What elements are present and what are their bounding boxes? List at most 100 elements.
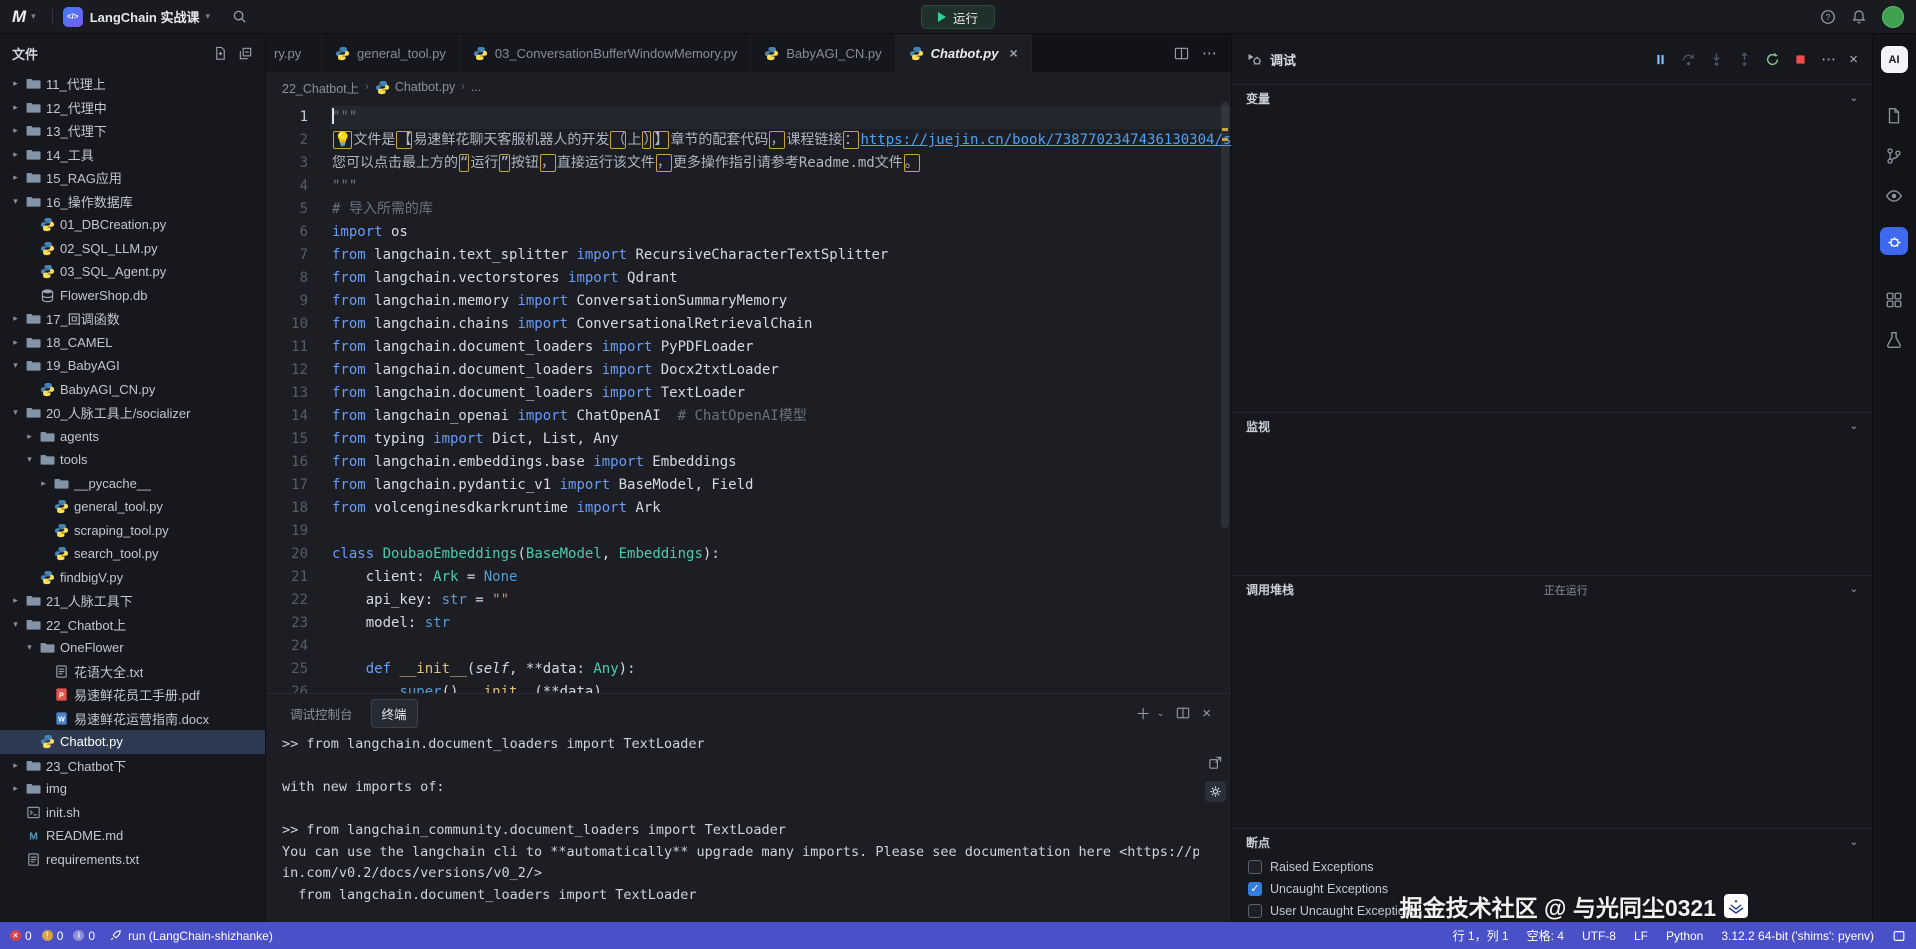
tree-item-file[interactable]: scraping_tool.py xyxy=(0,519,265,543)
tree-item-file[interactable]: W易速鲜花运营指南.docx xyxy=(0,707,265,731)
python-interpreter[interactable]: 3.12.2 64-bit ('shims': pyenv) xyxy=(1721,929,1874,943)
tree-item-file[interactable]: findbigV.py xyxy=(0,566,265,590)
close-icon[interactable]: × xyxy=(1849,51,1858,68)
variables-section-header[interactable]: 变量 ⌄ xyxy=(1232,84,1872,112)
more-actions-icon[interactable]: ⋯ xyxy=(1202,44,1217,62)
breakpoints-section-header[interactable]: 断点 ⌄ xyxy=(1232,828,1872,856)
editor-tab[interactable]: 03_ConversationBufferWindowMemory.py xyxy=(460,34,751,72)
tree-item-folder[interactable]: ▸14_工具 xyxy=(0,143,265,167)
bell-icon[interactable] xyxy=(1851,9,1867,25)
run-task-status[interactable]: run (LangChain-shizhanke) xyxy=(109,929,273,943)
tree-item-file[interactable]: 01_DBCreation.py xyxy=(0,213,265,237)
beaker-icon[interactable] xyxy=(1885,331,1903,349)
info-count[interactable]: i0 xyxy=(73,929,95,943)
eol-setting[interactable]: LF xyxy=(1634,929,1648,943)
collapse-all-icon[interactable] xyxy=(238,46,253,61)
panel-tab[interactable]: 调试控制台 xyxy=(280,700,363,727)
pause-button[interactable] xyxy=(1653,52,1668,67)
checkbox[interactable] xyxy=(1248,904,1262,918)
editor-tab[interactable]: general_tool.py xyxy=(322,34,460,72)
apps-grid-icon[interactable] xyxy=(1885,291,1903,309)
cursor-position[interactable]: 行 1，列 1 xyxy=(1453,927,1509,944)
tree-item-folder[interactable]: ▸img xyxy=(0,777,265,801)
checkbox[interactable]: ✓ xyxy=(1248,882,1262,896)
tree-item-file[interactable]: FlowerShop.db xyxy=(0,284,265,308)
close-icon[interactable]: × xyxy=(1009,45,1017,61)
search-icon[interactable] xyxy=(232,9,247,24)
tree-item-folder[interactable]: ▸15_RAG应用 xyxy=(0,166,265,190)
chevron-down-icon[interactable]: ▾ xyxy=(205,11,210,22)
avatar[interactable] xyxy=(1882,6,1904,28)
warning-count[interactable]: !0 xyxy=(42,929,64,943)
app-logo[interactable]: M xyxy=(12,7,25,27)
breadcrumb-item[interactable]: Chatbot.py xyxy=(375,80,455,95)
more-actions-icon[interactable]: ⋯ xyxy=(1821,50,1836,68)
step-over-button[interactable] xyxy=(1681,52,1696,67)
tree-item-folder[interactable]: ▸17_回调函数 xyxy=(0,307,265,331)
new-terminal-icon[interactable]: ＋ xyxy=(1136,703,1151,724)
eye-icon[interactable] xyxy=(1885,187,1903,205)
tree-item-folder[interactable]: ▾tools xyxy=(0,448,265,472)
scrollbar-thumb[interactable] xyxy=(1221,102,1229,528)
explorer-icon[interactable] xyxy=(1885,107,1903,125)
tree-item-file[interactable]: requirements.txt xyxy=(0,848,265,872)
editor-tab[interactable]: ry.py xyxy=(266,34,322,72)
restart-button[interactable] xyxy=(1765,52,1780,67)
language-mode[interactable]: Python xyxy=(1666,929,1703,943)
tree-item-file[interactable]: P易速鲜花员工手册.pdf xyxy=(0,683,265,707)
split-editor-icon[interactable] xyxy=(1174,46,1189,61)
terminal-output[interactable]: >> from langchain.document_loaders impor… xyxy=(266,732,1199,922)
tree-item-folder[interactable]: ▾16_操作数据库 xyxy=(0,190,265,214)
tree-item-folder[interactable]: ▸21_人脉工具下 xyxy=(0,589,265,613)
breadcrumb-item[interactable]: ... xyxy=(471,80,481,94)
panel-tab[interactable]: 终端 xyxy=(371,699,418,728)
watch-section-header[interactable]: 监视 ⌄ xyxy=(1232,412,1872,440)
chevron-down-icon[interactable]: ⌄ xyxy=(1850,93,1858,104)
editor-scrollbar[interactable] xyxy=(1219,102,1231,693)
chevron-down-icon[interactable]: ⌄ xyxy=(1157,708,1165,719)
tree-item-file[interactable]: general_tool.py xyxy=(0,495,265,519)
notifications-icon[interactable] xyxy=(1892,929,1906,943)
indentation-setting[interactable]: 空格: 4 xyxy=(1527,927,1564,944)
tree-item-file[interactable]: 03_SQL_Agent.py xyxy=(0,260,265,284)
tree-item-folder[interactable]: ▸23_Chatbot下 xyxy=(0,754,265,778)
code-editor[interactable]: 1234567891011121314151617181920212223242… xyxy=(266,102,1231,693)
editor-tab[interactable]: Chatbot.py× xyxy=(896,34,1032,72)
close-panel-icon[interactable]: × xyxy=(1202,705,1211,722)
call-stack-section-header[interactable]: 调用堆栈 正在运行 ⌄ xyxy=(1232,575,1872,603)
tree-item-folder[interactable]: ▸__pycache__ xyxy=(0,472,265,496)
debug-view-icon[interactable] xyxy=(1880,227,1908,255)
breadcrumb-item[interactable]: 22_Chatbot上 xyxy=(282,78,359,97)
tree-item-folder[interactable]: ▸12_代理中 xyxy=(0,96,265,120)
tree-item-file[interactable]: search_tool.py xyxy=(0,542,265,566)
tree-item-folder[interactable]: ▸18_CAMEL xyxy=(0,331,265,355)
tree-item-file[interactable]: MREADME.md xyxy=(0,824,265,848)
tree-item-file[interactable]: Chatbot.py xyxy=(0,730,265,754)
tree-item-file[interactable]: init.sh xyxy=(0,801,265,825)
problems-indicators[interactable]: ×0!0i0 xyxy=(10,929,95,943)
help-icon[interactable]: ? xyxy=(1820,9,1836,25)
editor-tab[interactable]: BabyAGI_CN.py xyxy=(751,34,895,72)
tree-item-folder[interactable]: ▸11_代理上 xyxy=(0,72,265,96)
tree-item-folder[interactable]: ▸13_代理下 xyxy=(0,119,265,143)
checkbox[interactable] xyxy=(1248,860,1262,874)
split-terminal-icon[interactable] xyxy=(1176,706,1190,720)
chevron-down-icon[interactable]: ⌄ xyxy=(1850,421,1858,432)
python-debug-console-icon[interactable] xyxy=(1205,781,1226,802)
tree-item-folder[interactable]: ▾OneFlower xyxy=(0,636,265,660)
tree-item-folder[interactable]: ▾20_人脉工具上/socializer xyxy=(0,401,265,425)
chevron-down-icon[interactable]: ⌄ xyxy=(1850,584,1858,595)
breakpoint-item[interactable]: Raised Exceptions xyxy=(1232,856,1872,878)
encoding-setting[interactable]: UTF-8 xyxy=(1582,929,1616,943)
chevron-down-icon[interactable]: ▾ xyxy=(31,11,36,22)
tree-item-file[interactable]: 02_SQL_LLM.py xyxy=(0,237,265,261)
open-preview-icon[interactable] xyxy=(1205,752,1226,773)
tree-item-folder[interactable]: ▾19_BabyAGI xyxy=(0,354,265,378)
run-button[interactable]: 运行 xyxy=(921,5,995,29)
ai-assistant-icon[interactable]: AI xyxy=(1881,46,1908,73)
workspace-name[interactable]: LangChain 实战课 xyxy=(90,7,200,26)
chevron-down-icon[interactable]: ⌄ xyxy=(1850,837,1858,848)
tree-item-file[interactable]: BabyAGI_CN.py xyxy=(0,378,265,402)
tree-item-file[interactable]: 花语大全.txt xyxy=(0,660,265,684)
source-control-icon[interactable] xyxy=(1885,147,1903,165)
